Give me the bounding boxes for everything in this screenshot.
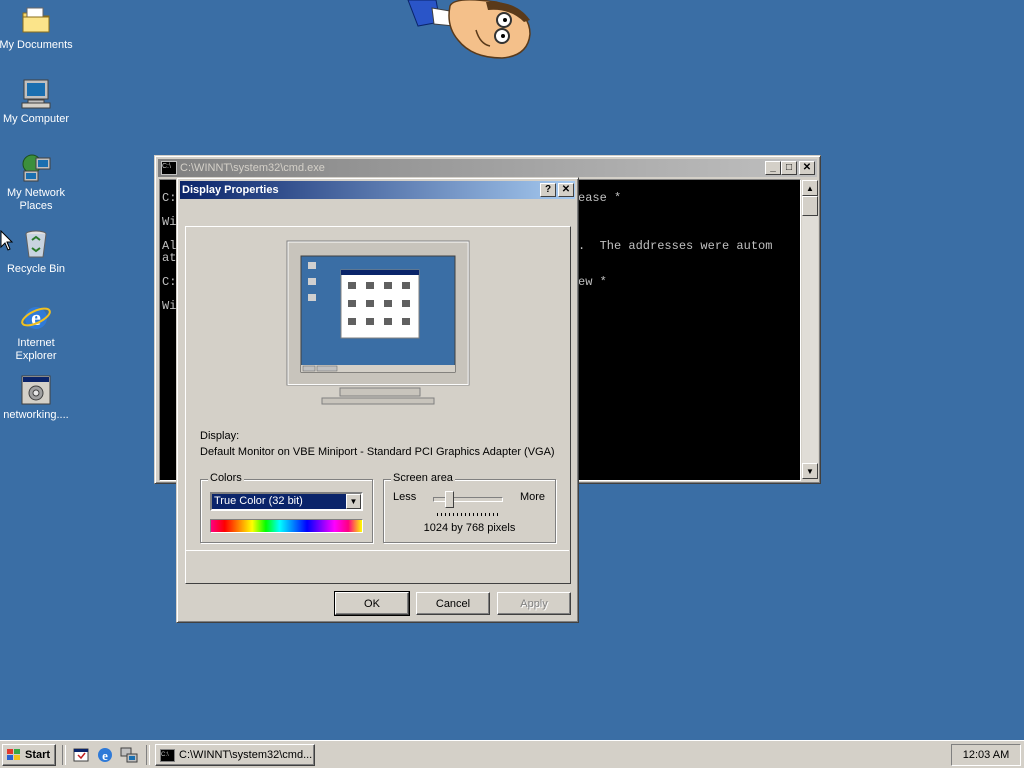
cmd-titlebar[interactable]: C:\ C:\WINNT\system32\cmd.exe _ □ ✕	[158, 159, 817, 177]
console-line: C:	[162, 191, 177, 205]
start-button[interactable]: Start	[2, 744, 56, 766]
apply-button[interactable]: Apply	[497, 592, 571, 615]
scroll-down-arrow-icon[interactable]: ▼	[802, 463, 818, 479]
desktop-icon-my-computer[interactable]: My Computer	[0, 78, 74, 126]
screen-area-group-label: Screen area	[391, 472, 455, 484]
desktop-icon-label: Recycle Bin	[6, 263, 66, 275]
cmd-window-icon: C:\	[160, 748, 175, 762]
cmd-window-icon: C:\	[161, 161, 177, 175]
screen-area-group: Screen area Less More 1024 by 768 pixels	[383, 472, 556, 543]
display-label: Display:	[200, 430, 240, 442]
network-places-icon	[20, 152, 52, 184]
chevron-down-icon[interactable]: ▼	[346, 494, 361, 509]
console-line: Wi	[162, 215, 177, 229]
taskbar: Start e C:\ C:\WINNT\system32\cmd... 12:…	[0, 740, 1024, 768]
more-label: More	[519, 491, 545, 503]
desktop-icon-label: Internet Explorer	[15, 337, 57, 362]
computer-icon	[20, 78, 52, 110]
internet-explorer-icon[interactable]: e	[96, 746, 114, 764]
taskbar-separator	[62, 745, 66, 765]
dialog-title: Display Properties	[182, 184, 279, 196]
close-button[interactable]: ✕	[799, 161, 815, 175]
mouse-cursor-icon	[0, 229, 14, 255]
resolution-slider-track[interactable]	[433, 497, 503, 502]
scroll-thumb[interactable]	[802, 196, 818, 216]
desktop-icon-label: My Computer	[2, 113, 70, 125]
ok-button[interactable]: OK	[334, 591, 410, 616]
scroll-up-arrow-icon[interactable]: ▲	[802, 180, 818, 196]
folder-documents-icon	[20, 4, 52, 36]
system-tray-clock[interactable]: 12:03 AM	[951, 744, 1021, 766]
recycle-bin-icon	[20, 228, 52, 260]
maximize-button[interactable]: □	[781, 161, 797, 175]
start-label: Start	[25, 749, 51, 761]
dialog-titlebar[interactable]: Display Properties ? ✕	[180, 181, 575, 199]
console-line: ease *	[578, 191, 622, 205]
console-line: at	[162, 251, 177, 265]
resolution-slider-thumb[interactable]	[444, 491, 454, 508]
desktop-icon-label: My Documents	[0, 39, 73, 51]
clock-time: 12:03 AM	[962, 749, 1010, 761]
show-desktop-icon[interactable]	[72, 746, 90, 764]
display-properties-dialog[interactable]: Display Properties ? ✕ Display: Default …	[176, 177, 579, 623]
resolution-value: 1024 by 768 pixels	[423, 522, 516, 534]
close-button[interactable]: ✕	[558, 183, 574, 197]
console-line: Wi	[162, 299, 177, 313]
desktop-icon-my-documents[interactable]: My Documents	[0, 4, 74, 52]
cartoon-character-icon	[406, 0, 536, 65]
panel-divider	[186, 550, 569, 551]
desktop-icon-label: networking....	[3, 409, 69, 421]
colors-group-label: Colors	[208, 472, 244, 484]
console-line: . The addresses were autom	[578, 239, 773, 253]
desktop-icon-my-network-places[interactable]: My Network Places	[0, 152, 74, 213]
console-line: C:	[162, 275, 177, 289]
help-button[interactable]: ?	[540, 183, 556, 197]
taskbar-task-label: C:\WINNT\system32\cmd...	[179, 749, 313, 761]
internet-explorer-icon: e	[20, 302, 52, 334]
console-line: ew *	[578, 275, 607, 289]
colors-group: Colors True Color (32 bit) ▼	[200, 472, 373, 543]
desktop-icon-internet-explorer[interactable]: e Internet Explorer	[0, 302, 74, 363]
less-label: Less	[393, 491, 417, 503]
colors-select[interactable]: True Color (32 bit) ▼	[210, 492, 363, 511]
display-adapter-value: Default Monitor on VBE Miniport - Standa…	[200, 446, 555, 458]
taskbar-task-cmd[interactable]: C:\ C:\WINNT\system32\cmd...	[155, 744, 315, 766]
vertical-scrollbar[interactable]: ▲ ▼	[802, 180, 818, 479]
svg-text:e: e	[102, 748, 108, 763]
windows-logo-icon	[6, 748, 22, 762]
cmd-window-title: C:\WINNT\system32\cmd.exe	[180, 162, 325, 174]
slider-ticks	[437, 513, 499, 516]
colors-selected-value: True Color (32 bit)	[214, 495, 303, 507]
monitor-preview	[286, 240, 472, 415]
program-shortcut-icon	[20, 374, 52, 406]
network-connections-icon[interactable]	[120, 746, 138, 764]
cancel-button[interactable]: Cancel	[416, 592, 490, 615]
color-spectrum-bar	[210, 519, 363, 533]
desktop-icon-label: My Network Places	[6, 187, 66, 212]
taskbar-separator	[146, 745, 150, 765]
desktop-icon-networking[interactable]: networking....	[0, 374, 74, 422]
minimize-button[interactable]: _	[765, 161, 781, 175]
